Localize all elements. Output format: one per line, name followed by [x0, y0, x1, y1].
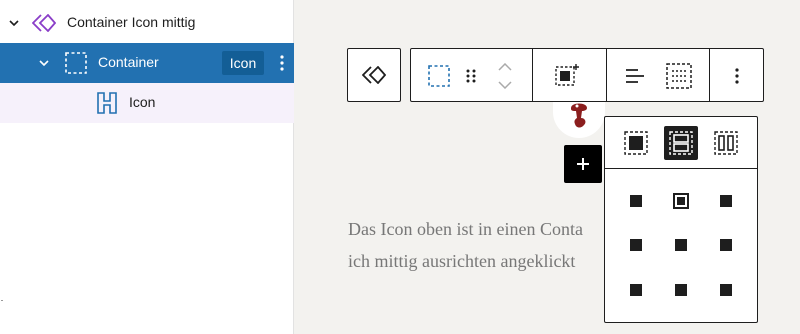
- list-view-panel: Container Icon mittig Container Icon Ico…: [0, 0, 294, 334]
- align-center-right[interactable]: [712, 231, 740, 259]
- justify-center-selected-icon: [666, 63, 692, 89]
- popover-divider: [605, 168, 757, 169]
- content-width-option[interactable]: [664, 126, 698, 160]
- align-top-center[interactable]: [667, 187, 695, 215]
- drag-handle-button[interactable]: [457, 62, 485, 90]
- justify-left-icon: [626, 69, 644, 83]
- align-top-right[interactable]: [712, 187, 740, 215]
- paragraph-line: Das Icon oben ist in einen Conta: [348, 219, 583, 239]
- block-name-badge: Icon: [222, 51, 264, 75]
- content-width-icon: [669, 131, 693, 155]
- move-down-icon: [498, 81, 512, 89]
- fill-width-icon: [624, 131, 648, 155]
- list-item-icon[interactable]: Icon: [0, 83, 294, 123]
- more-options-button[interactable]: [723, 62, 751, 90]
- align-center-center[interactable]: [667, 231, 695, 259]
- align-top-left[interactable]: [622, 187, 650, 215]
- align-center-left[interactable]: [622, 231, 650, 259]
- list-item-container[interactable]: Container Icon: [0, 43, 294, 83]
- move-up-icon: [498, 63, 512, 71]
- select-parent-icon: [362, 66, 386, 84]
- group-diamond-icon: [32, 12, 56, 34]
- alignment-popover: [604, 116, 758, 323]
- more-options-icon: [735, 68, 739, 84]
- more-options-icon[interactable]: [275, 52, 289, 74]
- fill-width-option[interactable]: [619, 126, 653, 160]
- inner-block-button[interactable]: [553, 62, 581, 90]
- list-item-label: Container Icon mittig: [67, 14, 196, 30]
- align-bottom-right[interactable]: [712, 276, 740, 304]
- toolbar-divider: [606, 49, 607, 101]
- justify-center-button[interactable]: [665, 62, 693, 90]
- container-block-icon: [428, 65, 450, 87]
- chevron-down-icon[interactable]: [38, 57, 50, 69]
- list-item-label: Container: [98, 54, 159, 70]
- block-toolbar: [410, 48, 764, 102]
- block-inserter-button[interactable]: [564, 145, 602, 183]
- list-item-container-icon-mittig[interactable]: Container Icon mittig: [0, 3, 294, 43]
- align-bottom-center[interactable]: [667, 276, 695, 304]
- select-parent-button[interactable]: [347, 48, 401, 102]
- chevron-down-icon[interactable]: [8, 17, 20, 29]
- block-type-button[interactable]: [425, 62, 453, 90]
- align-bottom-left[interactable]: [622, 276, 650, 304]
- icon-block-h-icon: [95, 91, 119, 115]
- justify-left-button[interactable]: [621, 62, 649, 90]
- toolbar-divider: [709, 49, 710, 101]
- mushroom-icon: [571, 103, 587, 128]
- move-down-button[interactable]: [491, 77, 519, 93]
- move-up-button[interactable]: [491, 59, 519, 75]
- columns-width-option[interactable]: [709, 126, 743, 160]
- container-block-icon: [64, 51, 88, 75]
- drag-handle-icon: [466, 69, 476, 83]
- list-item-label: Icon: [129, 94, 156, 110]
- inner-block-icon: [555, 64, 579, 86]
- columns-width-icon: [714, 131, 738, 155]
- plus-icon: [577, 158, 589, 170]
- toolbar-divider: [532, 49, 533, 101]
- divider: [1, 300, 3, 301]
